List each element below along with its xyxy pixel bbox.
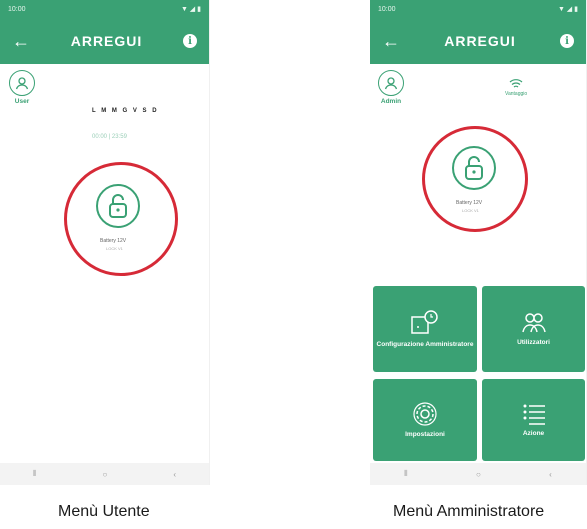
arrow-left-icon[interactable]: ←: [382, 32, 400, 50]
tile-utilizzatori[interactable]: Utilizzatori: [482, 286, 585, 372]
clock-settings-icon: [411, 310, 438, 334]
admin-phone-screen: 10:00 ▼ ◢ ▮ ← ARREGUI i Admin Vantaggio …: [370, 0, 587, 485]
weekday-schedule: L M M G V S D: [92, 108, 159, 114]
admin-avatar-icon: [378, 70, 404, 96]
list-icon: [523, 404, 545, 425]
recents-button[interactable]: ⦀: [404, 469, 408, 479]
profile-label: User: [14, 98, 30, 105]
wifi-icon: [509, 79, 523, 88]
highlight-ring: [64, 162, 178, 276]
time-range: 00:00 | 23:59: [92, 134, 127, 140]
user-profile[interactable]: User: [9, 70, 35, 105]
tile-label: Azione: [522, 430, 545, 438]
highlight-ring: [422, 126, 528, 232]
back-button[interactable]: ‹: [549, 470, 552, 479]
admin-profile[interactable]: Admin: [378, 70, 404, 105]
user-avatar-icon: [9, 70, 35, 96]
tile-label: Configurazione Amministratore: [376, 341, 474, 349]
gear-icon: [413, 402, 437, 426]
wifi-label: Vantaggio: [505, 91, 528, 97]
status-icons: ▼ ◢ ▮: [557, 6, 578, 13]
status-bar: 10:00 ▼ ◢ ▮: [0, 0, 209, 18]
tile-configurazione-amministratore[interactable]: Configurazione Amministratore: [373, 286, 477, 372]
arrow-left-icon[interactable]: ←: [12, 32, 30, 50]
caption-admin-menu: Menù Amministratore: [393, 503, 545, 520]
tile-impostazioni[interactable]: Impostazioni: [373, 379, 477, 461]
app-bar: ← ARREGUI i: [370, 18, 586, 64]
brand-logo: ARREGUI: [70, 33, 143, 49]
back-button[interactable]: ‹: [173, 470, 176, 479]
profile-label: Admin: [380, 98, 402, 105]
tile-label: Utilizzatori: [517, 339, 550, 347]
status-time: 10:00: [378, 5, 396, 13]
recents-button[interactable]: ⦀: [33, 469, 37, 479]
status-bar: 10:00 ▼ ◢ ▮: [370, 0, 586, 18]
caption-user-menu: Menù Utente: [58, 503, 150, 520]
tile-azione[interactable]: Azione: [482, 379, 585, 461]
home-button[interactable]: ○: [103, 470, 108, 479]
app-bar: ← ARREGUI i: [0, 18, 209, 64]
info-icon[interactable]: i: [560, 34, 574, 48]
home-button[interactable]: ○: [476, 470, 481, 479]
tile-label: Impostazioni: [405, 431, 445, 439]
user-phone-screen: 10:00 ▼ ◢ ▮ ← ARREGUI i User L M M G V S…: [0, 0, 210, 485]
android-nav-bar: ⦀ ○ ‹: [0, 463, 209, 485]
users-icon: [521, 313, 546, 333]
android-nav-bar: ⦀ ○ ‹: [370, 463, 586, 485]
status-time: 10:00: [8, 5, 26, 13]
status-icons: ▼ ◢ ▮: [180, 6, 201, 13]
brand-logo: ARREGUI: [444, 33, 516, 49]
info-icon[interactable]: i: [183, 34, 197, 48]
wifi-status[interactable]: Vantaggio: [505, 78, 527, 97]
